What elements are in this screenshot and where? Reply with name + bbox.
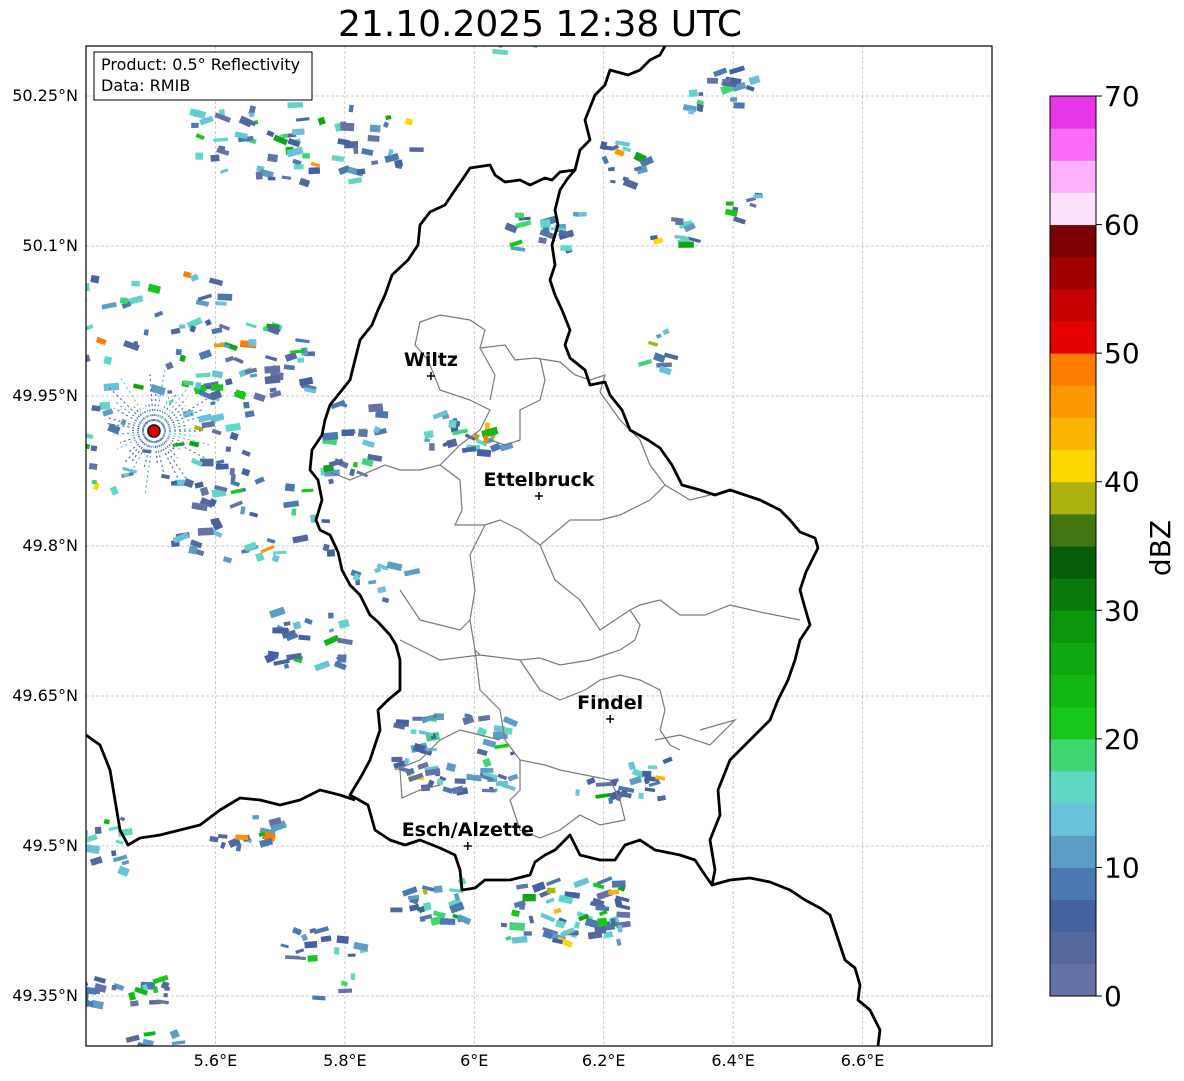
colorbar-tick-label: 50	[1104, 337, 1140, 370]
colorbar-segment	[1050, 481, 1096, 515]
colorbar-segment	[1050, 449, 1096, 483]
colorbar-segment	[1050, 738, 1096, 772]
colorbar-segment	[1050, 899, 1096, 933]
colorbar-tick-label: 20	[1104, 723, 1140, 756]
colorbar-segment	[1050, 288, 1096, 322]
colorbar-segment	[1050, 771, 1096, 804]
colorbar-tick-label: 0	[1104, 980, 1122, 1013]
colorbar-segment	[1050, 128, 1096, 161]
colorbar-segment	[1050, 224, 1096, 258]
colorbar: 0 10 20 30 40 50 60 70 dBZ	[1049, 80, 1177, 1013]
colorbar-segment	[1050, 353, 1096, 386]
colorbar-segment	[1050, 674, 1096, 708]
colorbar-segment	[1050, 706, 1096, 740]
colorbar-segment	[1050, 642, 1096, 676]
colorbar-segment	[1050, 256, 1096, 290]
colorbar-segment	[1050, 192, 1096, 226]
colorbar-label: dBZ	[1144, 520, 1177, 576]
colorbar-tick-label: 40	[1104, 466, 1140, 499]
colorbar-tick-label: 60	[1104, 209, 1140, 242]
colorbar-segment	[1050, 160, 1096, 193]
colorbar-segment	[1050, 578, 1096, 611]
colorbar-segment	[1050, 513, 1096, 547]
colorbar-segment	[1050, 931, 1096, 965]
colorbar-tick-label: 30	[1104, 594, 1140, 627]
colorbar-segment	[1050, 803, 1096, 836]
colorbar-segment	[1050, 417, 1096, 451]
colorbar-segment	[1050, 835, 1096, 868]
colorbar-segment	[1050, 546, 1096, 579]
colorbar-segment	[1050, 385, 1096, 418]
colorbar-segment	[1050, 963, 1096, 997]
colorbar-segment	[1050, 321, 1096, 354]
colorbar-segment	[1050, 610, 1096, 643]
colorbar-segment	[1050, 867, 1096, 901]
colorbar-tick-label: 70	[1104, 80, 1140, 113]
colorbar-tick-label: 10	[1104, 851, 1140, 884]
colorbar-segment	[1050, 96, 1096, 129]
